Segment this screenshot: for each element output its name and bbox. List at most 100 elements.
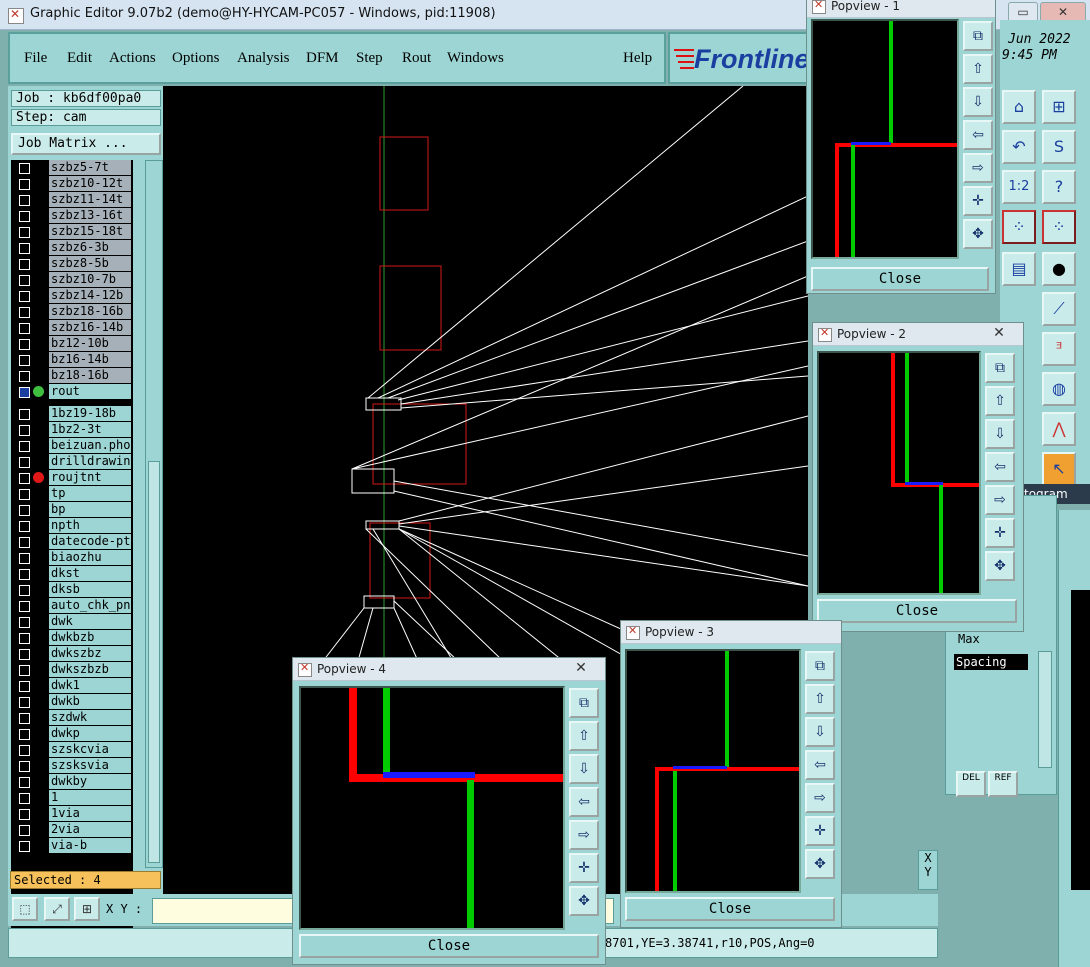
move-down-icon[interactable]: ⇩	[985, 419, 1015, 449]
layer-checkbox[interactable]	[19, 195, 30, 206]
window-icon[interactable]: ⧉	[569, 688, 599, 718]
layer-checkbox[interactable]	[19, 387, 30, 398]
layer-checkbox[interactable]	[19, 339, 30, 350]
layer-row[interactable]: szdwk	[11, 710, 133, 726]
layer-row[interactable]: dwkszbzb	[11, 662, 133, 678]
layer-checkbox[interactable]	[19, 793, 30, 804]
menu-options[interactable]: Options	[172, 50, 220, 67]
layer-row[interactable]: bz12-10b	[11, 336, 133, 352]
layer-checkbox[interactable]	[19, 649, 30, 660]
layer-row[interactable]: datecode-pth	[11, 534, 133, 550]
menu-windows[interactable]: Windows	[447, 50, 504, 67]
layer-row[interactable]: bp	[11, 502, 133, 518]
move-right-icon[interactable]: ⇨	[569, 820, 599, 850]
layer-scrollbar[interactable]	[145, 160, 163, 868]
move-up-icon[interactable]: ⇧	[569, 721, 599, 751]
layer-checkbox[interactable]	[19, 441, 30, 452]
layer-row[interactable]: szbz15-18t	[11, 224, 133, 240]
layer-row[interactable]: szskcvia	[11, 742, 133, 758]
layer-checkbox[interactable]	[19, 521, 30, 532]
layer-row[interactable]: dwkp	[11, 726, 133, 742]
dot-icon[interactable]: ●	[1042, 252, 1076, 286]
menu-help[interactable]: Help	[623, 50, 652, 67]
popview-4-close-button[interactable]: Close	[299, 934, 599, 958]
zoom-fit-icon[interactable]: ⤢	[44, 897, 70, 921]
job-matrix-button[interactable]: Job Matrix ...	[11, 133, 161, 155]
undo-icon[interactable]: ↶	[1002, 130, 1036, 164]
layer-checkbox[interactable]	[19, 259, 30, 270]
ratio-icon[interactable]: 1:2	[1002, 170, 1036, 204]
scrollbar-thumb[interactable]	[148, 461, 160, 863]
home-icon[interactable]: ⌂	[1002, 90, 1036, 124]
layer-row[interactable]: drilldrawing	[11, 454, 133, 470]
move-right-icon[interactable]: ⇨	[985, 485, 1015, 515]
layer-row[interactable]: dwkszbz	[11, 646, 133, 662]
popview-3-close-button[interactable]: Close	[625, 897, 835, 921]
layer-row[interactable]: bz18-16b	[11, 368, 133, 384]
move-down-icon[interactable]: ⇩	[805, 717, 835, 747]
menu-file[interactable]: File	[24, 50, 47, 67]
layer-row[interactable]: 1bz19-18b	[11, 406, 133, 422]
zoom-in-icon[interactable]: ✛	[569, 853, 599, 883]
move-left-icon[interactable]: ⇦	[805, 750, 835, 780]
layer-checkbox[interactable]	[19, 729, 30, 740]
zoom-out-icon[interactable]: ✥	[569, 886, 599, 916]
layer-checkbox[interactable]	[19, 809, 30, 820]
help-icon[interactable]: ?	[1042, 170, 1076, 204]
layer-checkbox[interactable]	[19, 841, 30, 852]
layer-row[interactable]: 2via	[11, 822, 133, 838]
move-left-icon[interactable]: ⇦	[985, 452, 1015, 482]
layer-checkbox[interactable]	[19, 307, 30, 318]
window-icon[interactable]: ⧉	[805, 651, 835, 681]
ruler-icon[interactable]: ▤	[1002, 252, 1036, 286]
layer-row[interactable]: dwkb	[11, 694, 133, 710]
layer-checkbox[interactable]	[19, 569, 30, 580]
layer-checkbox[interactable]	[19, 163, 30, 174]
popview-2-close-button[interactable]: Close	[817, 599, 1017, 623]
move-up-icon[interactable]: ⇧	[963, 54, 993, 84]
window-icon[interactable]: ⧉	[985, 353, 1015, 383]
layer-checkbox[interactable]	[19, 825, 30, 836]
layer-checkbox[interactable]	[19, 537, 30, 548]
layer-row[interactable]: szbz10-12t	[11, 176, 133, 192]
move-left-icon[interactable]: ⇦	[963, 120, 993, 150]
snap-grid-icon[interactable]: ⊞	[74, 897, 100, 921]
params-scrollbar[interactable]	[1038, 651, 1052, 768]
cursor-tool-icon[interactable]: ↖	[1042, 452, 1076, 486]
layer-checkbox[interactable]	[19, 355, 30, 366]
zoom-out-icon[interactable]: ✥	[805, 849, 835, 879]
layer-checkbox[interactable]	[19, 275, 30, 286]
layer-checkbox[interactable]	[19, 617, 30, 628]
zoom-out-icon[interactable]: ✥	[963, 219, 993, 249]
layer-row[interactable]: szbz16-14b	[11, 320, 133, 336]
layer-row[interactable]: tp	[11, 486, 133, 502]
layer-row[interactable]: dwk	[11, 614, 133, 630]
layer-checkbox[interactable]	[19, 291, 30, 302]
popview-4-screen[interactable]	[299, 686, 565, 930]
layer-checkbox[interactable]	[19, 243, 30, 254]
layer-row[interactable]: rout	[11, 384, 133, 400]
layer-row[interactable]: biaozhu	[11, 550, 133, 566]
zoom-in-icon[interactable]: ✛	[963, 186, 993, 216]
layer-row[interactable]: szbz14-12b	[11, 288, 133, 304]
popview-3-screen[interactable]	[625, 649, 801, 893]
layer-row[interactable]: auto_chk_pn	[11, 598, 133, 614]
layer-row[interactable]: dwkby	[11, 774, 133, 790]
move-right-icon[interactable]: ⇨	[963, 153, 993, 183]
layer-checkbox[interactable]	[19, 323, 30, 334]
layer-checkbox[interactable]	[19, 777, 30, 788]
layer-checkbox[interactable]	[19, 179, 30, 190]
menu-edit[interactable]: Edit	[67, 50, 92, 67]
snake-icon[interactable]: S	[1042, 130, 1076, 164]
zoom-in-icon[interactable]: ✛	[985, 518, 1015, 548]
zoom-area-icon[interactable]: ⬚	[12, 897, 38, 921]
layer-checkbox[interactable]	[19, 761, 30, 772]
move-left-icon[interactable]: ⇦	[569, 787, 599, 817]
move-down-icon[interactable]: ⇩	[569, 754, 599, 784]
layer-checkbox[interactable]	[19, 601, 30, 612]
zoom-out-icon[interactable]: ✥	[985, 551, 1015, 581]
popview-2-screen[interactable]	[817, 351, 981, 595]
move-right-icon[interactable]: ⇨	[805, 783, 835, 813]
layer-row[interactable]: beizuan.pho	[11, 438, 133, 454]
layer-row[interactable]: 1via	[11, 806, 133, 822]
